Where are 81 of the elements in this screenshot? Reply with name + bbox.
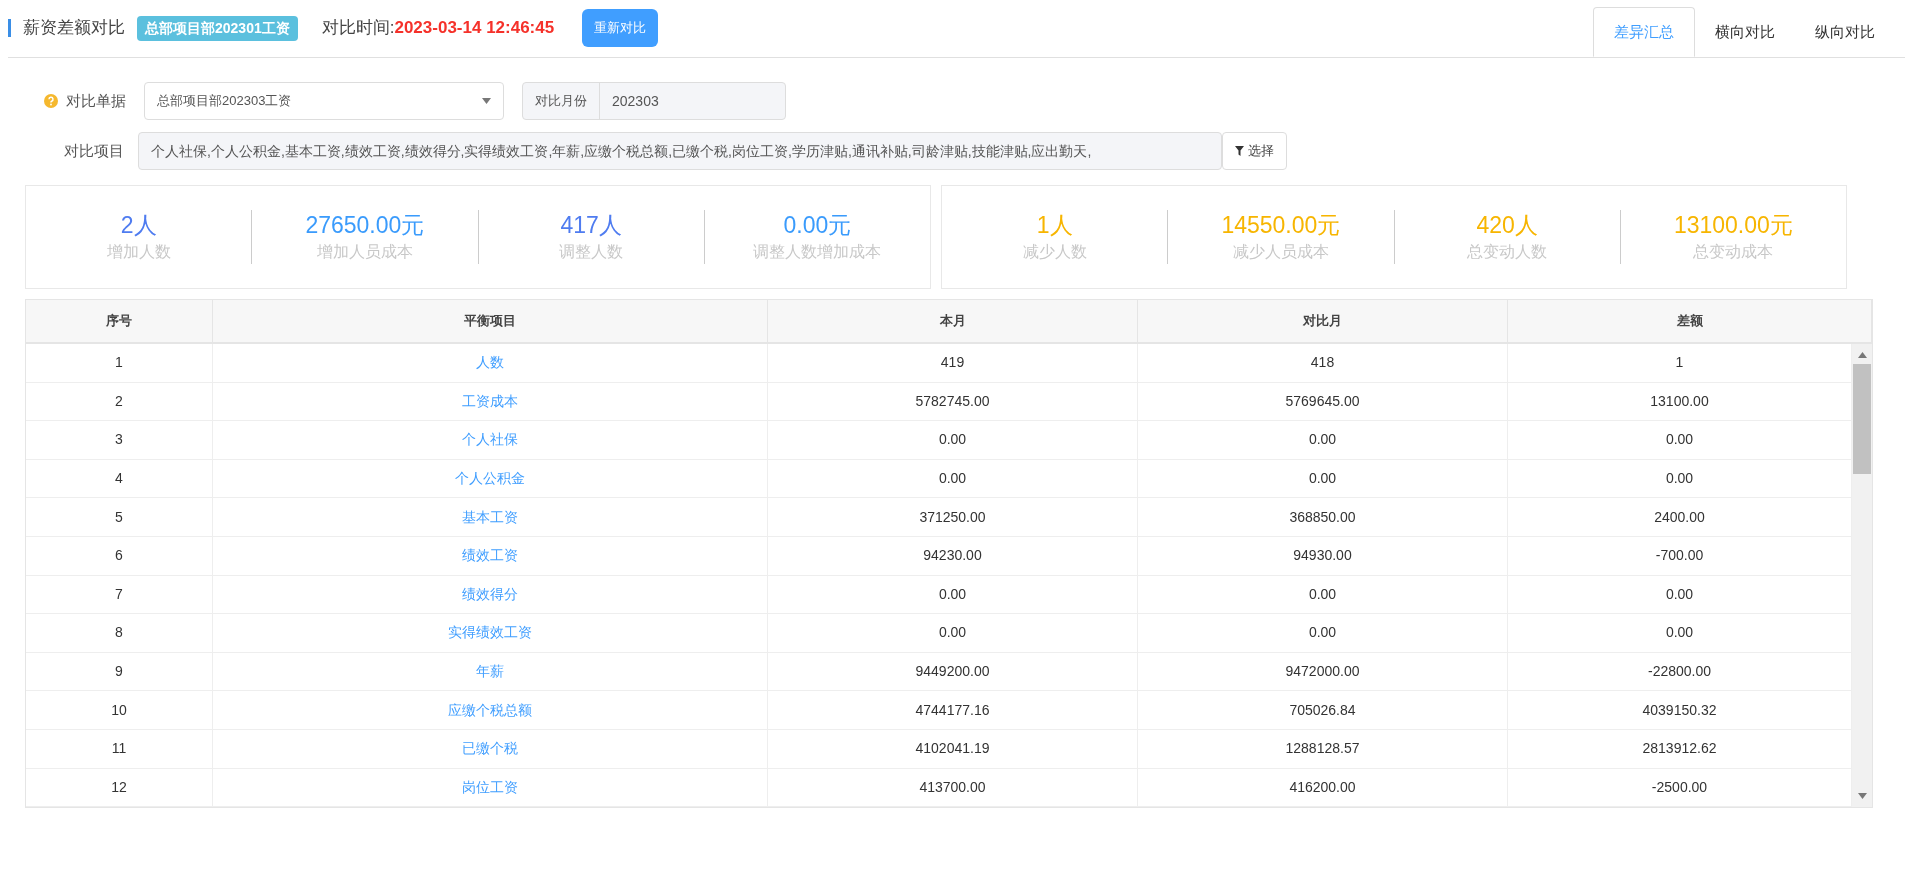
column-header: 序号 [26, 300, 213, 342]
stat-value: 1人 [1036, 211, 1073, 240]
item-link[interactable]: 已缴个税 [213, 729, 768, 768]
field-label: 对比单据 [66, 90, 127, 111]
table-cell: 4 [26, 459, 213, 498]
table-cell: 4744177.16 [768, 691, 1138, 729]
table-cell: 9449200.00 [768, 652, 1138, 691]
table-cell: 413700.00 [768, 768, 1138, 807]
table-cell: 1288128.57 [1138, 729, 1508, 768]
recompare-button[interactable]: 重新对比 [582, 9, 659, 47]
document-badge: 总部项目部202301工资 [137, 15, 298, 41]
month-field[interactable]: 对比月份 202303 [522, 82, 786, 120]
tab[interactable]: 纵向对比 [1795, 7, 1895, 57]
filter-icon [1235, 146, 1244, 156]
table-cell: 4102041.19 [768, 729, 1138, 768]
document-select[interactable]: 总部项目部202303工资 [144, 82, 504, 120]
compare-time: 对比时间:2023-03-14 12:46:45 [321, 17, 555, 40]
table-cell: 418 [1138, 344, 1508, 382]
stat-value: 0.00元 [783, 211, 852, 240]
table-cell: 0.00 [768, 459, 1138, 498]
tab[interactable]: 差异汇总 [1593, 7, 1695, 57]
table-cell: 705026.84 [1138, 691, 1508, 729]
table-cell: 5782745.00 [768, 382, 1138, 421]
select-button[interactable]: 选择 [1222, 132, 1287, 170]
stat-value: 14550.00元 [1221, 211, 1341, 240]
column-header: 本月 [768, 300, 1138, 342]
table-cell: 0.00 [1138, 459, 1508, 498]
table-cell: 0.00 [768, 421, 1138, 459]
stat-value: 27650.00元 [305, 211, 425, 240]
table-cell: 0.00 [1138, 575, 1508, 614]
column-header: 对比月 [1138, 300, 1508, 342]
table-cell: 0.00 [1138, 614, 1508, 652]
table-cell: 10 [26, 691, 213, 729]
table-cell: 5 [26, 498, 213, 536]
table-cell: 371250.00 [768, 498, 1138, 536]
item-link[interactable]: 工资成本 [213, 382, 768, 421]
scroll-up-icon[interactable] [1857, 352, 1867, 358]
table-cell: 11 [26, 729, 213, 768]
stat-value: 13100.00元 [1673, 211, 1793, 240]
item-link[interactable]: 个人公积金 [213, 459, 768, 498]
table-cell: 6 [26, 536, 213, 575]
item-link[interactable]: 人数 [213, 344, 768, 382]
table-cell: 2 [26, 382, 213, 421]
stat-value: 420人 [1476, 211, 1538, 240]
column-header: 差额 [1508, 300, 1872, 342]
item-link[interactable]: 年薪 [213, 652, 768, 691]
item-link[interactable]: 实得绩效工资 [213, 614, 768, 652]
item-link[interactable]: 绩效得分 [213, 575, 768, 614]
item-link[interactable]: 基本工资 [213, 498, 768, 536]
caret-icon [482, 98, 491, 104]
tab[interactable]: 横向对比 [1695, 7, 1795, 57]
table-cell: 416200.00 [1138, 768, 1508, 807]
table-cell: 0.00 [768, 575, 1138, 614]
table-cell: 94930.00 [1138, 536, 1508, 575]
table-cell: 419 [768, 344, 1138, 382]
scrollbar-thumb[interactable] [1853, 364, 1871, 474]
table-cell: 1 [26, 344, 213, 382]
table-cell: 0.00 [1138, 421, 1508, 459]
items-field[interactable]: 个人社保,个人公积金,基本工资,绩效工资,绩效得分,实得绩效工资,年薪,应缴个税总额,已缴个税,岗位工资,学历津贴,通讯补贴,司龄津贴,技能津贴,应出勤天, [138, 132, 1222, 170]
page-title: 薪资差额对比 [23, 17, 125, 40]
scroll-down-icon[interactable] [1857, 793, 1867, 800]
table-cell: 7 [26, 575, 213, 614]
stat-value: 2人 [120, 211, 157, 240]
item-link[interactable]: 绩效工资 [213, 536, 768, 575]
column-header: 平衡项目 [213, 300, 768, 342]
item-link[interactable]: 岗位工资 [213, 768, 768, 807]
table-cell: 9 [26, 652, 213, 691]
help-icon [44, 94, 58, 108]
item-link[interactable]: 个人社保 [213, 421, 768, 459]
table-cell: 8 [26, 614, 213, 652]
item-link[interactable]: 应缴个税总额 [213, 691, 768, 729]
table-cell: 94230.00 [768, 536, 1138, 575]
table-cell: 0.00 [768, 614, 1138, 652]
table-cell: 5769645.00 [1138, 382, 1508, 421]
table-cell: 12 [26, 768, 213, 807]
table-cell: 368850.00 [1138, 498, 1508, 536]
scrollbar[interactable] [1852, 344, 1872, 808]
table-cell: 3 [26, 421, 213, 459]
stat-value: 417人 [560, 211, 622, 240]
field-label: 对比项目 [63, 140, 125, 161]
table-cell: 9472000.00 [1138, 652, 1508, 691]
